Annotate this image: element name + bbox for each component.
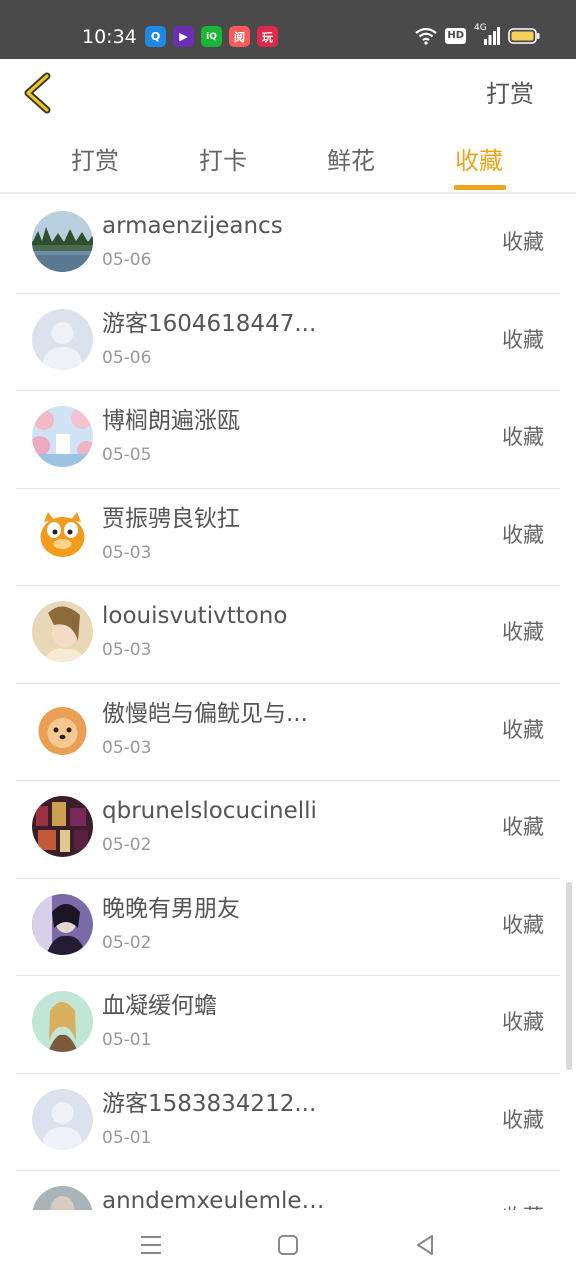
item-date: 05-03 [102,640,152,660]
home-icon[interactable] [275,1232,301,1258]
item-date: 05-02 [102,932,152,953]
user-name: 博榈朗遍涨瓯 [102,408,240,434]
avatar[interactable] [32,1088,93,1150]
video-app-icon: ▶ [173,26,194,47]
user-name: anndemxeulemlee... [102,1188,332,1210]
favorite-label: 收藏 [502,620,544,644]
item-date: 05-02 [102,835,152,855]
list-item[interactable]: armaenzijeancs 05-06 收藏 [16,196,560,294]
signal-bars-icon [484,27,500,45]
tab-reward[interactable]: 打赏 [71,144,119,178]
iqiyi-app-icon: iQ [201,26,222,47]
chevron-left-icon [24,72,51,114]
reward-header-button[interactable]: 打赏 [486,78,534,110]
user-name: 游客1583834212... [102,1090,317,1117]
avatar[interactable] [32,211,93,272]
avatar[interactable] [32,308,93,370]
list-item[interactable]: loouisvutivttono 05-03 收藏 [16,586,560,684]
item-date: 05-06 [102,347,152,368]
avatar[interactable] [32,406,93,467]
item-date: 05-01 [102,1127,152,1148]
list-item[interactable]: 游客1583834212... 05-01 收藏 [16,1074,560,1171]
avatar[interactable] [32,991,93,1052]
hd-icon: HD [445,28,466,44]
list-item[interactable]: anndemxeulemlee... 收藏 [16,1171,560,1210]
favorites-list[interactable]: armaenzijeancs 05-06 收藏 游客1604618447... … [0,196,576,1210]
user-name: qbrunelslocucinelli [102,798,317,824]
tab-favorites[interactable]: 收藏 [455,144,503,178]
back-button[interactable] [20,72,56,114]
item-date: 05-03 [102,542,152,563]
avatar[interactable] [32,503,93,565]
city-night-image [32,796,93,857]
favorite-label: 收藏 [502,1107,544,1132]
pink-blossom-image [32,406,93,467]
user-name: 傲慢皑与偏鱿见与... [102,700,308,727]
item-date: 05-01 [102,1030,152,1050]
lake-landscape-image [32,211,93,272]
item-date: 05-05 [102,445,152,465]
user-name: 贾振骋良钬扛 [102,505,240,532]
avatar[interactable] [32,796,93,857]
browser-app-icon: Q [145,26,166,47]
item-date: 05-06 [102,250,152,270]
avatar[interactable] [32,893,93,955]
battery-icon [508,28,540,44]
default-user-icon [32,1088,93,1150]
favorite-label: 收藏 [502,230,544,254]
avatar[interactable] [32,698,93,760]
avatar[interactable] [32,601,93,662]
wifi-icon [415,27,438,45]
back-nav-icon[interactable] [412,1232,438,1258]
favorite-label: 收藏 [502,815,544,839]
garfield-image [32,503,93,565]
list-item[interactable]: 血凝缓何蟾 05-01 收藏 [16,976,560,1074]
favorite-label: 收藏 [502,1010,544,1034]
signal-icon: 4G [474,23,500,46]
list-item[interactable]: 博榈朗遍涨瓯 05-05 收藏 [16,391,560,489]
girl-purple-image [32,893,93,955]
item-date: 05-03 [102,737,152,758]
status-bar: 10:34 Q ▶ iQ 阅 玩 HD 4G [0,0,576,59]
tab-checkin[interactable]: 打卡 [199,144,247,178]
status-time: 10:34 [82,26,137,48]
favorite-label: 收藏 [502,425,544,449]
favorite-label: 收藏 [502,717,544,742]
system-icons: HD 4G [415,23,540,46]
user-name: 晚晚有男朋友 [102,895,240,922]
favorite-label: 收藏 [502,522,544,547]
user-name: 游客1604618447... [102,310,317,337]
user-name: 血凝缓何蟾 [102,993,217,1019]
game-app-icon: 玩 [257,26,278,47]
favorite-label: 收藏 [502,327,544,352]
list-item[interactable]: qbrunelslocucinelli 05-02 收藏 [16,781,560,879]
woman-portrait-image [32,601,93,662]
tab-bar: 打赏 打卡 鲜花 收藏 [0,135,576,194]
user-name: armaenzijeancs [102,213,283,239]
menu-icon[interactable] [138,1232,164,1258]
avatar[interactable] [32,1186,93,1210]
reader-app-icon: 阅 [229,26,250,47]
user-name: loouisvutivttono [102,603,288,629]
partial-portrait-image [32,1186,93,1210]
top-header: 打赏 [0,59,576,135]
list-item[interactable]: 贾振骋良钬扛 05-03 收藏 [16,489,560,586]
notification-icons: Q ▶ iQ 阅 玩 [145,26,278,47]
list-scrollbar[interactable] [566,882,572,1070]
system-nav-bar [0,1210,576,1280]
favorite-label: 收藏 [502,1202,544,1210]
girl-blonde-image [32,991,93,1052]
active-tab-indicator [454,185,506,190]
tab-flowers[interactable]: 鲜花 [327,144,375,178]
list-item[interactable]: 晚晚有男朋友 05-02 收藏 [16,879,560,976]
favorite-label: 收藏 [502,912,544,937]
list-item[interactable]: 游客1604618447... 05-06 收藏 [16,294,560,391]
list-item[interactable]: 傲慢皑与偏鱿见与... 05-03 收藏 [16,684,560,781]
default-user-icon [32,308,93,370]
pomeranian-dog-image [32,698,93,760]
